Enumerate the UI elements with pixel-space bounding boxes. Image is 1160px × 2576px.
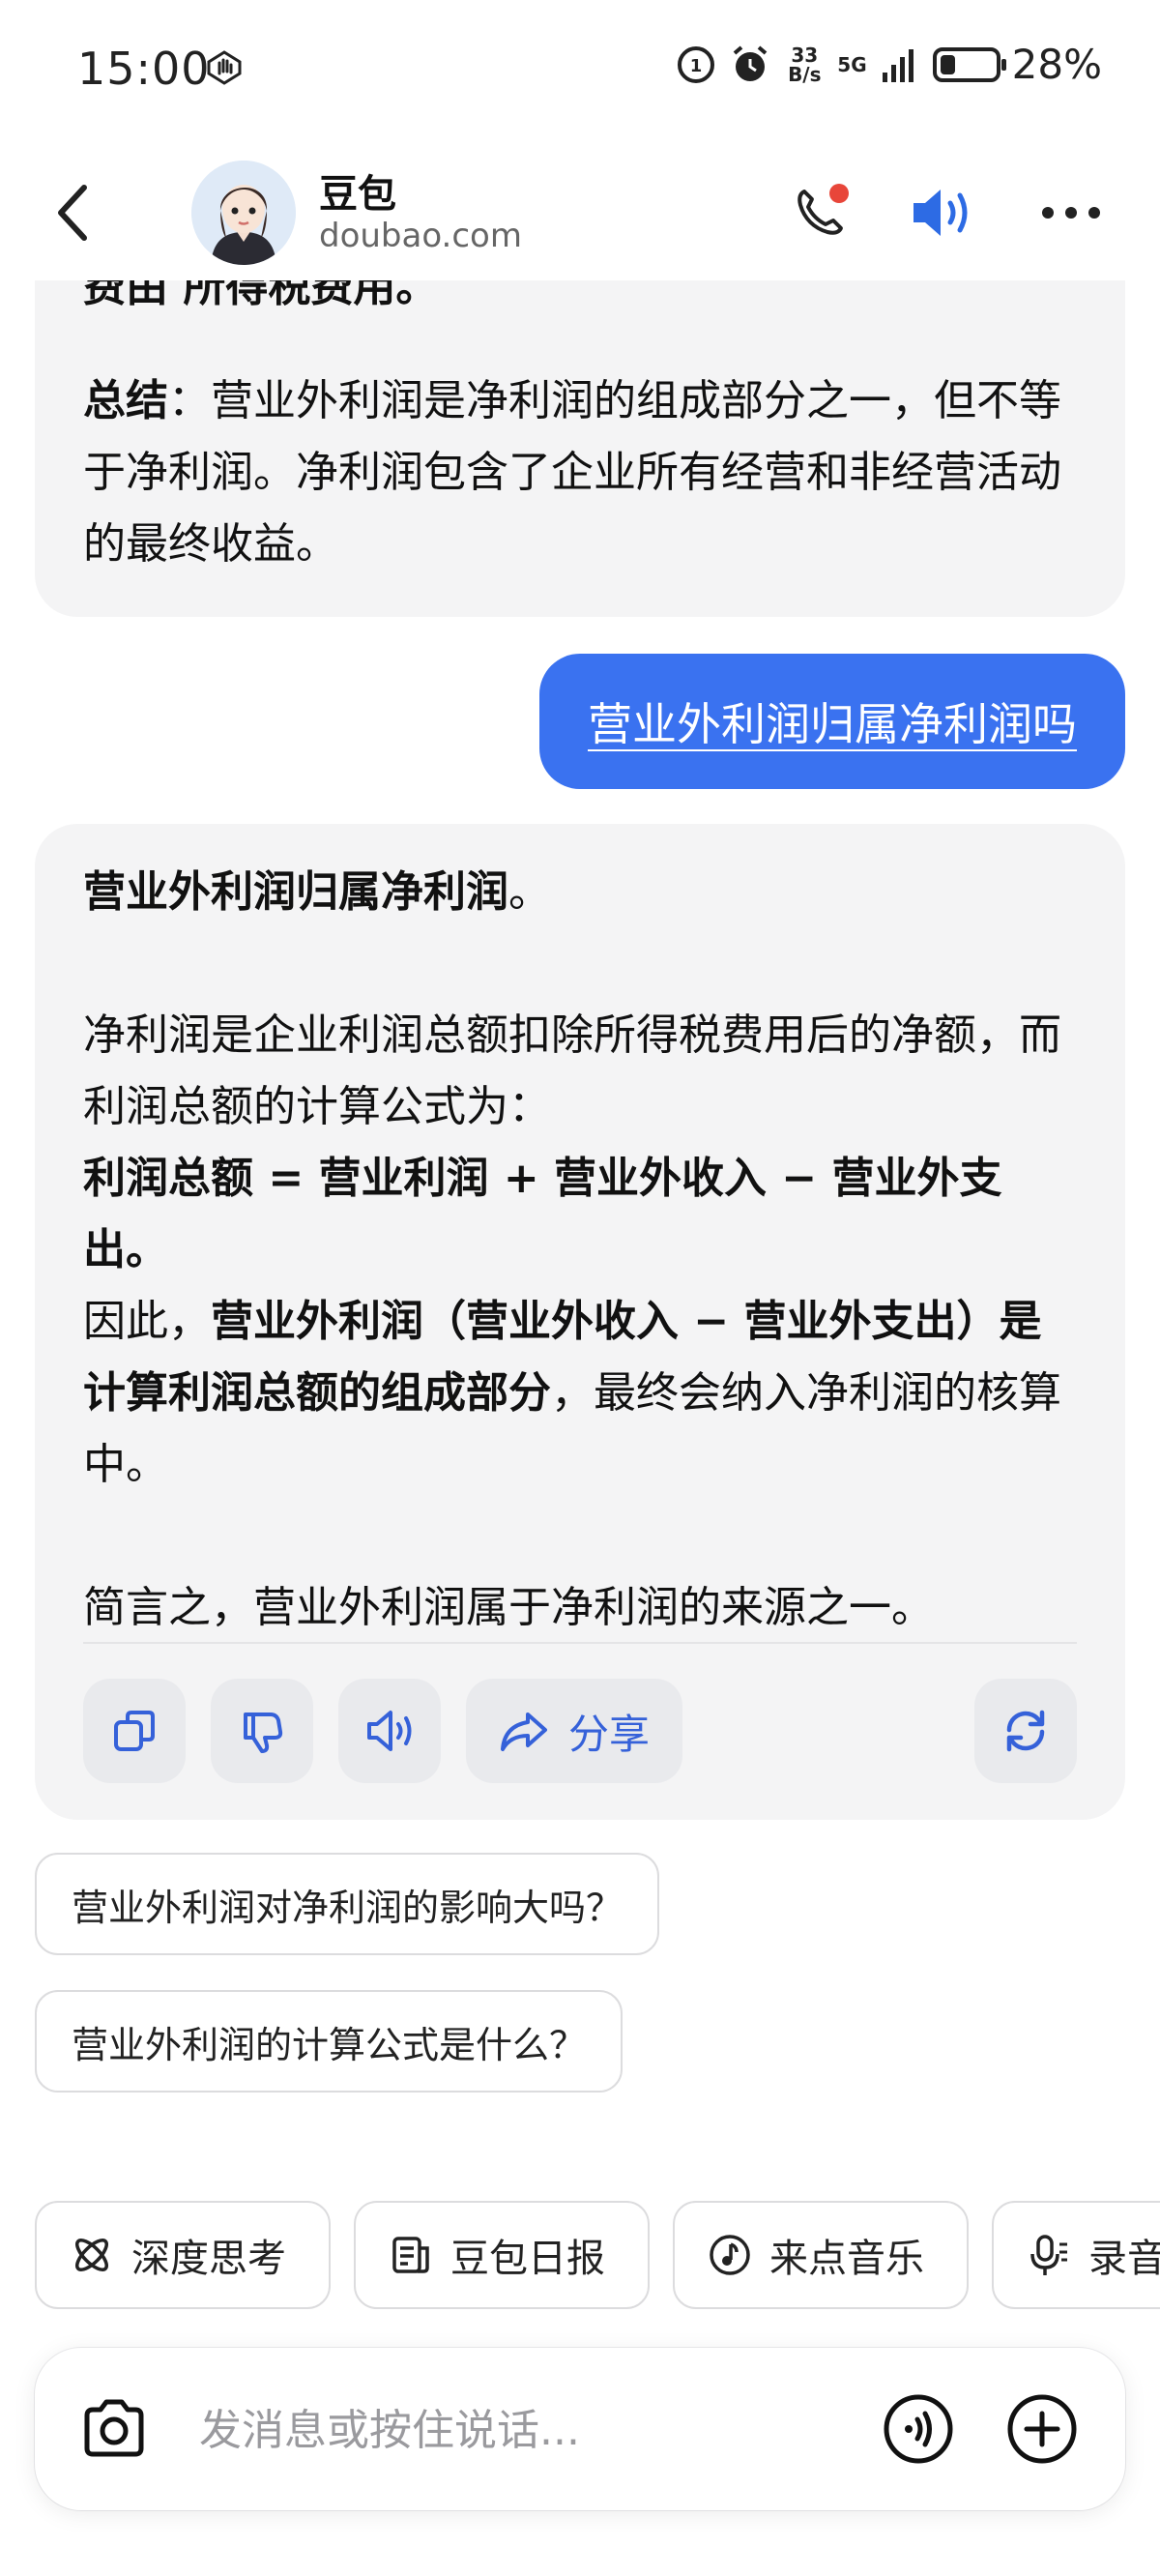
net-speed: 33 B/s — [788, 43, 822, 86]
speaker-outline-icon — [367, 1711, 412, 1751]
chip-label: 录音 — [1088, 2237, 1160, 2281]
camera-icon — [84, 2399, 144, 2457]
bot-name: 豆包 — [319, 172, 396, 217]
data-saver-icon: 1 — [675, 44, 717, 86]
answer-heading-bold: 营业外利润归属净利润 — [83, 867, 508, 917]
add-button[interactable] — [1001, 2388, 1083, 2470]
summary-label: 总结 — [83, 376, 168, 425]
battery-percent: 28% — [1011, 41, 1102, 88]
chat-header: 豆包 doubao.com — [0, 145, 1160, 280]
summary-text: ：营业外利润是净利润的组成部分之一，但不等于净利润。净利润包含了企业所有经营和非… — [83, 376, 1061, 569]
message-input[interactable] — [197, 2386, 878, 2474]
bot-domain: doubao.com — [319, 217, 522, 255]
answer-para-4: 简言之，营业外利润属于净利润的来源之一。 — [83, 1583, 934, 1632]
answer-para-3: 因此，营业外利润（营业外收入 − 营业外支出）是计算利润总额的组成部分，最终会纳… — [83, 1286, 1079, 1501]
status-icons: 1 33 B/s 5G 28% — [675, 41, 1102, 88]
more-dots-icon — [1042, 207, 1100, 219]
share-button[interactable]: 分享 — [466, 1679, 682, 1783]
camera-button[interactable] — [73, 2388, 155, 2470]
answer-heading: 营业外利润归属净利润。 — [83, 857, 1079, 928]
summary-paragraph: 总结：营业外利润是净利润的组成部分之一，但不等于净利润。净利润包含了企业所有经营… — [83, 366, 1079, 580]
voice-playback-button[interactable] — [904, 174, 981, 251]
user-message[interactable]: 营业外利润归属净利润吗 — [539, 654, 1125, 789]
suggestion-item[interactable]: 营业外利润的计算公式是什么？ — [35, 1990, 624, 2093]
chevron-left-icon — [58, 185, 87, 241]
music-icon — [710, 2235, 750, 2275]
plus-icon — [1007, 2394, 1077, 2464]
answer-heading-end: 。 — [508, 867, 551, 917]
call-button[interactable] — [781, 174, 858, 251]
voice-call-button[interactable] — [878, 2388, 959, 2470]
voice-wave-icon — [884, 2394, 953, 2464]
regenerate-button[interactable] — [974, 1679, 1077, 1783]
message-input-bar — [35, 2348, 1125, 2510]
suggestion-item[interactable]: 营业外利润对净利润的影响大吗？ — [35, 1853, 660, 1955]
back-button[interactable] — [39, 174, 106, 251]
atom-icon — [75, 2239, 108, 2271]
more-button[interactable] — [1032, 174, 1110, 251]
chip-label: 来点音乐 — [769, 2237, 924, 2281]
network-type: 5G — [837, 52, 867, 76]
share-arrow-icon — [500, 1712, 547, 1751]
chip-music[interactable]: 来点音乐 — [673, 2201, 969, 2309]
news-icon — [392, 2237, 429, 2273]
mic-icon — [1030, 2235, 1067, 2275]
read-aloud-button[interactable] — [338, 1679, 441, 1783]
speaker-icon — [914, 190, 968, 236]
hand-icon — [205, 48, 244, 87]
chip-daily-news[interactable]: 豆包日报 — [354, 2201, 650, 2309]
thumbs-down-icon — [244, 1712, 283, 1753]
assistant-message: 营业外利润归属净利润。 净利润是企业利润总额扣除所得税费用后的净额，而利润总额的… — [35, 824, 1125, 1820]
message-actions: 分享 — [83, 1679, 1077, 1783]
refresh-icon — [1006, 1710, 1045, 1752]
quick-action-chips: 深度思考 豆包日报 来点音乐 录音 — [35, 2201, 1160, 2311]
svg-text:1: 1 — [690, 56, 703, 76]
chip-label: 深度思考 — [131, 2237, 286, 2281]
chip-record[interactable]: 录音 — [992, 2201, 1160, 2309]
avatar[interactable] — [191, 161, 296, 265]
dislike-button[interactable] — [211, 1679, 313, 1783]
copy-button[interactable] — [83, 1679, 186, 1783]
battery-icon — [932, 46, 1006, 82]
divider — [83, 1642, 1077, 1644]
chip-deep-think[interactable]: 深度思考 — [35, 2201, 331, 2309]
status-time: 15:00 — [77, 43, 211, 95]
chip-label: 豆包日报 — [450, 2237, 605, 2281]
user-message-text: 营业外利润归属净利润吗 — [588, 698, 1077, 750]
copy-icon — [114, 1711, 155, 1751]
share-label: 分享 — [567, 1710, 650, 1758]
status-bar: 15:00 1 33 B/s 5G 28% — [0, 0, 1160, 135]
answer-formula: 利润总额 = 营业利润 + 营业外收入 − 营业外支出。 — [83, 1154, 1002, 1274]
signal-icon — [879, 44, 921, 86]
alarm-icon — [729, 44, 771, 86]
answer-para-1: 净利润是企业利润总额扣除所得税费用后的净额，而利润总额的计算公式为： — [83, 1010, 1061, 1131]
notification-dot — [829, 184, 849, 203]
para3-start: 因此， — [83, 1297, 211, 1346]
